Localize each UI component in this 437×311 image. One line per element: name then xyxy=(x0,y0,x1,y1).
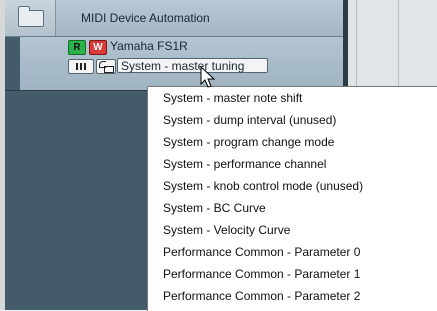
menu-item[interactable]: System - master note shift xyxy=(163,87,302,109)
menu-item[interactable]: System - BC Curve xyxy=(163,197,266,219)
menu-item[interactable]: Performance Common - Parameter 1 xyxy=(163,263,360,285)
grid-line xyxy=(398,0,399,90)
menu-item[interactable]: System - dump interval (unused) xyxy=(163,109,336,131)
menu-item[interactable]: System - Velocity Curve xyxy=(163,219,290,241)
menu-item[interactable]: System - program change mode xyxy=(163,131,334,153)
parameter-menu: System - master note shift System - dump… xyxy=(147,86,437,311)
show-lanes-button[interactable] xyxy=(68,59,94,74)
track-name: Yamaha FS1R xyxy=(110,39,188,53)
menu-item[interactable]: Performance Common - Parameter 0 xyxy=(163,241,360,263)
parameter-dropdown[interactable]: System - master tuning xyxy=(117,58,268,73)
folder-cell[interactable] xyxy=(5,0,56,36)
folder-icon xyxy=(18,6,44,27)
bars-icon xyxy=(76,63,78,70)
read-button[interactable]: R xyxy=(68,40,86,55)
menu-item[interactable]: System - performance channel xyxy=(163,153,326,175)
grid-line xyxy=(356,0,357,90)
folder-track-name: MIDI Device Automation xyxy=(81,11,210,25)
menu-item[interactable]: Performance Common - Parameter 2 xyxy=(163,285,360,307)
folder-track-row[interactable]: MIDI Device Automation xyxy=(5,0,343,37)
menu-item[interactable]: System - knob control mode (unused) xyxy=(163,175,363,197)
automation-track-row[interactable]: R W Yamaha FS1R System - master tuning xyxy=(20,37,343,90)
lock-button[interactable] xyxy=(96,59,116,74)
write-button[interactable]: W xyxy=(89,40,107,55)
mouse-cursor-icon xyxy=(200,66,216,88)
